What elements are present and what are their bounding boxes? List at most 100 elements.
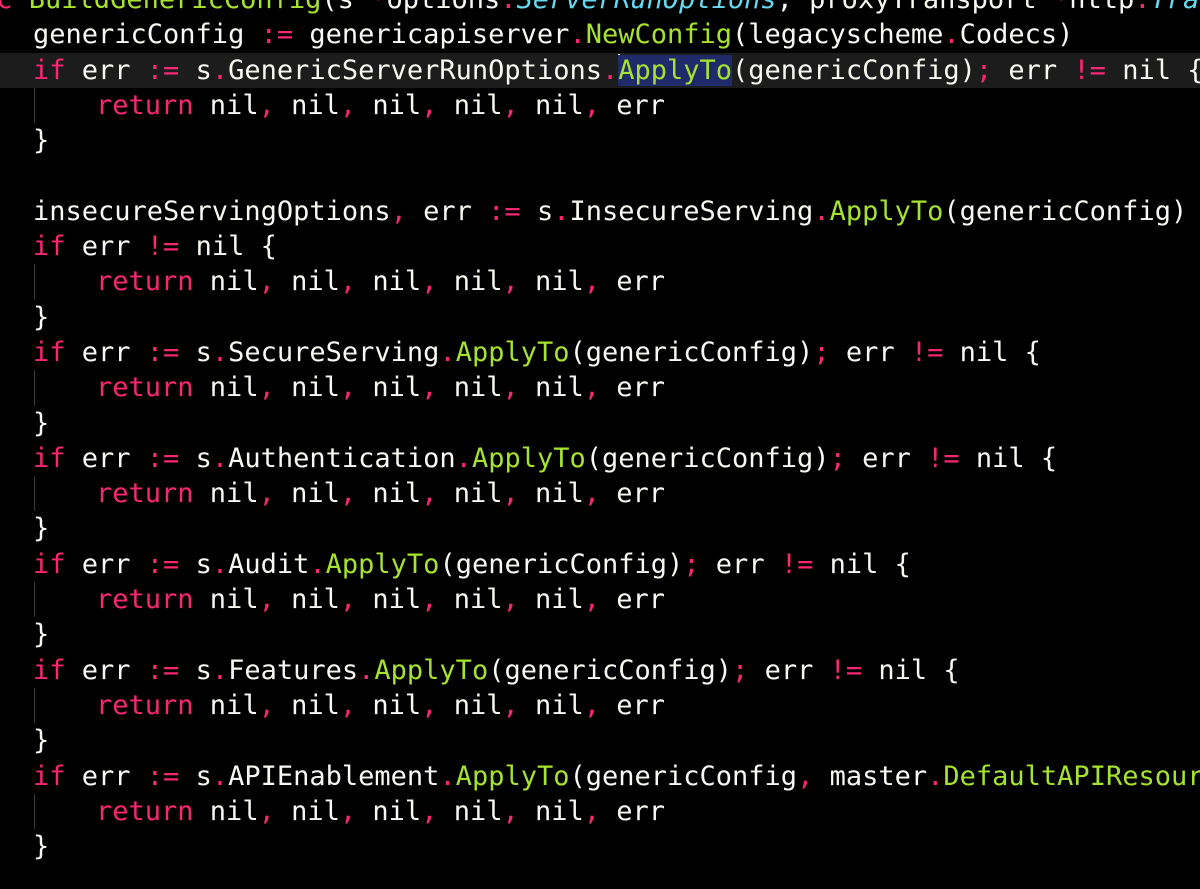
indent-guide xyxy=(34,264,35,300)
code-token: if xyxy=(33,231,66,263)
code-line[interactable]: } xyxy=(0,123,1200,158)
code-token: (genericConfig) xyxy=(943,195,1188,227)
code-line[interactable]: if err := s.APIEnablement.ApplyTo(generi… xyxy=(0,759,1200,794)
code-token: ApplyTo xyxy=(829,195,944,227)
code-token: s xyxy=(179,548,212,580)
code-line[interactable]: insecureServingOptions, err := s.Insecur… xyxy=(0,194,1200,229)
code-token: , xyxy=(583,795,601,827)
code-token: s xyxy=(179,442,212,474)
code-token: nil { xyxy=(943,336,1041,368)
code-token: nil xyxy=(356,478,422,510)
code-token: := xyxy=(260,19,294,51)
code-line[interactable]: nc BuildGenericConfig(s *options.ServerR… xyxy=(0,0,1200,17)
code-token: err xyxy=(65,654,147,686)
code-token: Tran xyxy=(1151,0,1200,15)
code-token: ; xyxy=(683,548,700,580)
code-token: (genericConfig) xyxy=(585,442,830,474)
code-token: := xyxy=(146,336,180,368)
code-token: . xyxy=(211,336,229,368)
code-line[interactable] xyxy=(0,158,1200,193)
code-token: != xyxy=(1073,54,1106,86)
code-token: , xyxy=(583,478,601,510)
code-line[interactable]: if err := s.Audit.ApplyTo(genericConfig)… xyxy=(0,547,1200,582)
code-token: if xyxy=(33,760,66,792)
code-line[interactable]: } xyxy=(0,723,1200,758)
code-line[interactable]: } xyxy=(0,406,1200,441)
code-token: (genericConfig) xyxy=(488,654,733,686)
code-token: , xyxy=(390,195,407,227)
code-line[interactable]: if err != nil { xyxy=(0,229,1200,264)
code-token: err xyxy=(600,584,666,616)
code-token: , xyxy=(502,478,519,510)
code-line[interactable]: return nil, nil, nil, nil, nil, err xyxy=(0,687,1200,724)
code-token: := xyxy=(146,54,180,86)
code-line[interactable]: return nil, nil, nil, nil, nil, err xyxy=(0,793,1200,830)
code-token: , xyxy=(339,584,357,616)
code-token: , xyxy=(258,266,275,298)
code-token: nil xyxy=(193,584,259,616)
code-token: nil { xyxy=(1105,54,1200,86)
code-line-current[interactable]: if err := s.GenericServerRunOptions.Appl… xyxy=(0,52,1200,88)
code-token: , xyxy=(502,795,519,827)
code-token: nil xyxy=(437,266,503,298)
code-token: := xyxy=(146,442,180,474)
code-token: ApplyTo xyxy=(325,548,440,580)
code-token: nil xyxy=(274,372,340,404)
code-token: err xyxy=(845,442,928,474)
code-token: . xyxy=(500,0,516,15)
code-line[interactable]: return nil, nil, nil, nil, nil, err xyxy=(0,264,1200,300)
code-token: } xyxy=(33,407,50,439)
code-line[interactable]: } xyxy=(0,617,1200,652)
code-token: , xyxy=(502,266,519,298)
code-token: nil xyxy=(518,372,584,404)
code-line[interactable]: genericConfig := genericapiserver.NewCon… xyxy=(0,17,1200,52)
code-token: err xyxy=(829,336,911,368)
selected-token: ApplyTo xyxy=(618,54,733,86)
code-token: nil xyxy=(518,584,584,616)
code-token: nil xyxy=(193,372,259,404)
code-token: insecureServingOptions xyxy=(33,195,391,227)
code-token: , xyxy=(421,372,438,404)
code-area[interactable]: nc BuildGenericConfig(s *options.ServerR… xyxy=(0,0,1200,864)
code-line[interactable]: if err := s.SecureServing.ApplyTo(generi… xyxy=(0,335,1200,370)
code-token: return xyxy=(96,689,194,721)
code-token: nil xyxy=(193,266,259,298)
code-token: ApplyTo xyxy=(471,442,586,474)
code-line[interactable]: if err := s.Authentication.ApplyTo(gener… xyxy=(0,441,1200,476)
code-line[interactable]: return nil, nil, nil, nil, nil, err xyxy=(0,582,1200,618)
code-token: nil xyxy=(274,266,340,298)
code-token: , xyxy=(258,478,275,510)
code-token: . xyxy=(211,548,229,580)
code-token: SecureServing xyxy=(228,336,440,368)
code-token: ; xyxy=(829,442,846,474)
code-token: nil xyxy=(437,584,503,616)
code-line[interactable]: } xyxy=(0,829,1200,864)
code-token: (genericConfig) xyxy=(569,336,814,368)
code-line[interactable]: return nil, nil, nil, nil, nil, err xyxy=(0,370,1200,406)
code-token: DefaultAPIResource xyxy=(943,760,1200,792)
code-token: , xyxy=(339,372,357,404)
code-token: nil xyxy=(518,89,584,121)
code-line[interactable]: if err := s.Features.ApplyTo(genericConf… xyxy=(0,653,1200,688)
code-editor[interactable]: nc BuildGenericConfig(s *options.ServerR… xyxy=(0,0,1200,889)
code-token: , xyxy=(797,760,814,792)
code-line[interactable]: } xyxy=(0,300,1200,335)
code-line[interactable]: } xyxy=(0,511,1200,546)
code-token: } xyxy=(33,301,50,333)
code-line[interactable]: return nil, nil, nil, nil, nil, err xyxy=(0,476,1200,512)
code-token: . xyxy=(455,442,472,474)
code-token: nil xyxy=(274,584,340,616)
code-token: , xyxy=(502,584,519,616)
code-line[interactable]: return nil, nil, nil, nil, nil, err xyxy=(0,87,1200,124)
code-token: (legacyscheme xyxy=(732,19,944,51)
code-token: master xyxy=(813,760,928,792)
code-token: err xyxy=(406,195,489,227)
code-token: s xyxy=(179,336,212,368)
code-token: (s xyxy=(321,0,370,15)
indent-guide xyxy=(34,582,35,618)
code-token: , xyxy=(258,372,275,404)
code-token: NewConfig xyxy=(585,19,733,51)
code-token: nil { xyxy=(959,442,1058,474)
code-token: . xyxy=(439,760,456,792)
code-token: . xyxy=(601,54,619,86)
